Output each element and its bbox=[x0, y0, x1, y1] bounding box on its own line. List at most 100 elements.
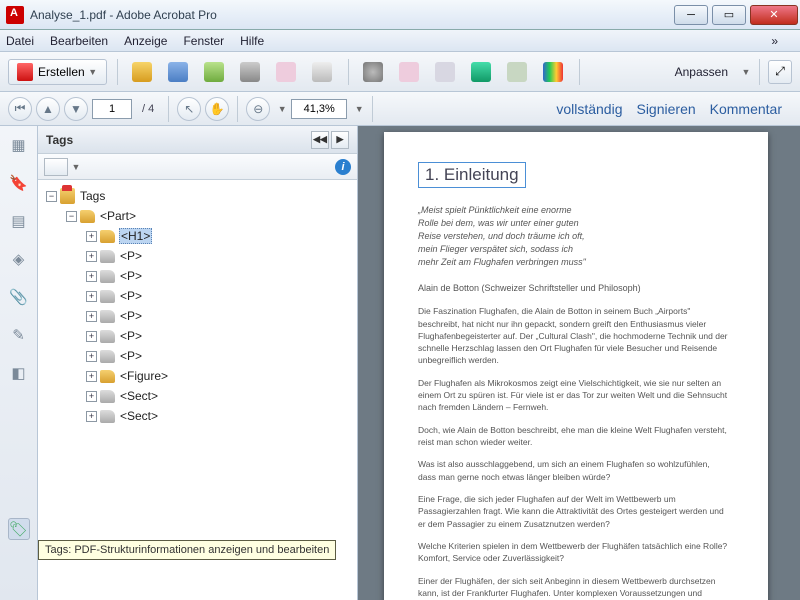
tree-node-p[interactable]: + <P> bbox=[42, 346, 353, 366]
info-icon[interactable]: i bbox=[335, 159, 351, 175]
zoom-input[interactable] bbox=[291, 99, 347, 119]
collapse-icon[interactable]: − bbox=[46, 191, 57, 202]
tree-node-p[interactable]: + <P> bbox=[42, 286, 353, 306]
expand-icon[interactable]: + bbox=[86, 411, 97, 422]
document-viewport[interactable]: 1. Einleitung „Meist spielt Pünktlichkei… bbox=[358, 126, 800, 600]
tree-label: <P> bbox=[119, 289, 143, 303]
create-button[interactable]: Erstellen ▼ bbox=[8, 59, 107, 85]
tree-node-p[interactable]: + <P> bbox=[42, 326, 353, 346]
tab-comment[interactable]: Kommentar bbox=[710, 101, 782, 117]
tag-icon bbox=[100, 270, 115, 283]
menu-help[interactable]: Hilfe bbox=[240, 34, 264, 48]
tree-node-sect[interactable]: + <Sect> bbox=[42, 386, 353, 406]
tree-node-p[interactable]: + <P> bbox=[42, 246, 353, 266]
page-number-input[interactable] bbox=[92, 99, 132, 119]
tree-label: <P> bbox=[119, 349, 143, 363]
tool-button-5[interactable] bbox=[503, 59, 533, 85]
chevron-down-icon[interactable]: ▼ bbox=[277, 104, 287, 114]
tree-root[interactable]: − Tags bbox=[42, 186, 353, 206]
expand-icon: ⤢ bbox=[775, 64, 785, 79]
tree-label: <P> bbox=[119, 329, 143, 343]
doc-heading-selected[interactable]: 1. Einleitung bbox=[418, 162, 526, 188]
maximize-button[interactable]: ▭ bbox=[712, 5, 746, 25]
tab-full[interactable]: vollständig bbox=[556, 101, 622, 117]
attachments-tab[interactable]: 📎 bbox=[8, 286, 30, 308]
stamp-button[interactable] bbox=[467, 59, 497, 85]
minimize-button[interactable]: ─ bbox=[674, 5, 708, 25]
tool-icon bbox=[507, 62, 527, 82]
options-button[interactable] bbox=[44, 158, 68, 176]
save-button[interactable] bbox=[164, 59, 194, 85]
menu-overflow[interactable]: » bbox=[771, 34, 778, 48]
content-tab[interactable]: ◧ bbox=[8, 362, 30, 384]
share-button[interactable] bbox=[272, 59, 302, 85]
expand-icon[interactable]: + bbox=[86, 291, 97, 302]
tags-tooltip: Tags: PDF-Strukturinformationen anzeigen… bbox=[38, 540, 336, 560]
stamp-icon bbox=[471, 62, 491, 82]
collapse-icon[interactable]: − bbox=[66, 211, 77, 222]
menu-window[interactable]: Fenster bbox=[183, 34, 224, 48]
expand-icon[interactable]: + bbox=[86, 271, 97, 282]
menu-view[interactable]: Anzeige bbox=[124, 34, 167, 48]
settings-button[interactable] bbox=[359, 59, 389, 85]
zoom-out-button[interactable]: ⊖ bbox=[246, 97, 270, 121]
tree-label: <P> bbox=[119, 249, 143, 263]
panel-next-button[interactable]: ▶ bbox=[331, 131, 349, 149]
hand-tool-button[interactable]: ✋ bbox=[205, 97, 229, 121]
chevron-down-icon[interactable]: ▼ bbox=[741, 67, 751, 77]
menu-edit[interactable]: Bearbeiten bbox=[50, 34, 108, 48]
chevron-down-icon[interactable]: ▼ bbox=[71, 162, 81, 172]
tree-node-part[interactable]: − <Part> bbox=[42, 206, 353, 226]
pages-tab[interactable]: ▤ bbox=[8, 210, 30, 232]
tool-button-2[interactable] bbox=[395, 59, 425, 85]
fullscreen-button[interactable]: ⤢ bbox=[768, 60, 792, 84]
tree-node-figure[interactable]: +<Figure> bbox=[42, 366, 353, 386]
tree-node-p[interactable]: + <P> bbox=[42, 306, 353, 326]
panel-prev-button[interactable]: ◀◀ bbox=[311, 131, 329, 149]
expand-icon[interactable]: + bbox=[86, 371, 97, 382]
expand-icon[interactable]: + bbox=[86, 231, 97, 242]
tool-button-3[interactable] bbox=[431, 59, 461, 85]
open-button[interactable] bbox=[128, 59, 158, 85]
color-button[interactable] bbox=[539, 59, 569, 85]
expand-icon[interactable]: + bbox=[86, 251, 97, 262]
signatures-tab[interactable]: ✎ bbox=[8, 324, 30, 346]
mail-button[interactable] bbox=[308, 59, 338, 85]
print-icon bbox=[240, 62, 260, 82]
customize-button[interactable]: Anpassen bbox=[669, 65, 734, 79]
tree-label: <Sect> bbox=[119, 409, 159, 423]
nav-sidebar: ▦ 🔖 ▤ ◈ 📎 ✎ ◧ 🏷 bbox=[0, 126, 38, 600]
expand-icon[interactable]: + bbox=[86, 311, 97, 322]
close-button[interactable]: ✕ bbox=[750, 5, 798, 25]
doc-paragraph: Einer der Flughäfen, der sich seit Anbeg… bbox=[418, 575, 728, 600]
main-toolbar: Erstellen ▼ Anpassen ▼ ⤢ bbox=[0, 52, 800, 92]
layers-tab[interactable]: ◈ bbox=[8, 248, 30, 270]
tree-label: <P> bbox=[119, 309, 143, 323]
thumbnails-tab[interactable]: ▦ bbox=[8, 134, 30, 156]
tree-node-h1[interactable]: + <H1> bbox=[42, 226, 353, 246]
chevron-down-icon[interactable]: ▼ bbox=[354, 104, 364, 114]
bookmarks-tab[interactable]: 🔖 bbox=[8, 172, 30, 194]
tree-label: <H1> bbox=[119, 228, 152, 244]
doc-paragraph: Welche Kriterien spielen in dem Wettbewe… bbox=[418, 540, 728, 565]
next-page-button[interactable]: ▼ bbox=[64, 97, 88, 121]
menubar: Datei Bearbeiten Anzeige Fenster Hilfe » bbox=[0, 30, 800, 52]
tab-sign[interactable]: Signieren bbox=[636, 101, 695, 117]
color-icon bbox=[543, 62, 563, 82]
print-button[interactable] bbox=[236, 59, 266, 85]
expand-icon[interactable]: + bbox=[86, 331, 97, 342]
prev-page-button[interactable]: ▲ bbox=[36, 97, 60, 121]
expand-icon[interactable]: + bbox=[86, 351, 97, 362]
first-page-button[interactable]: ⏮ bbox=[8, 97, 32, 121]
app-icon bbox=[6, 6, 24, 24]
menu-file[interactable]: Datei bbox=[6, 34, 34, 48]
tool-icon bbox=[435, 62, 455, 82]
tree-node-p[interactable]: +<P> bbox=[42, 266, 353, 286]
tags-tab[interactable]: 🏷 bbox=[8, 518, 30, 540]
tree-node-sect[interactable]: + <Sect> bbox=[42, 406, 353, 426]
tree-label: <Sect> bbox=[119, 389, 159, 403]
select-tool-button[interactable]: ↖ bbox=[177, 97, 201, 121]
mail-icon bbox=[312, 62, 332, 82]
expand-icon[interactable]: + bbox=[86, 391, 97, 402]
cloud-button[interactable] bbox=[200, 59, 230, 85]
